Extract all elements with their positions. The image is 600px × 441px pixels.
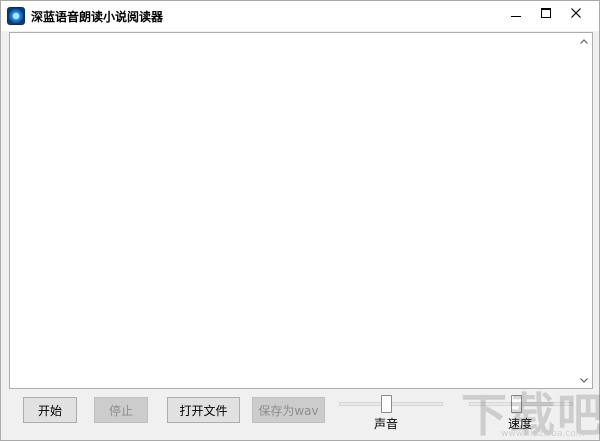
minimize-icon <box>511 16 521 17</box>
control-bar: 开始 停止 打开文件 保存为wav 声音 速度 <box>9 391 593 435</box>
close-icon <box>571 8 581 18</box>
scroll-down-button[interactable] <box>576 372 592 388</box>
speed-slider-thumb[interactable] <box>511 395 522 413</box>
stop-button[interactable]: 停止 <box>94 397 148 423</box>
title-bar[interactable]: 深蓝语音朗读小说阅读器 <box>1 1 599 31</box>
open-file-button[interactable]: 打开文件 <box>167 397 240 423</box>
maximize-button[interactable] <box>531 1 561 25</box>
start-button[interactable]: 开始 <box>23 397 77 423</box>
save-wav-button[interactable]: 保存为wav <box>252 397 325 423</box>
speed-label: 速度 <box>508 417 533 431</box>
text-content-area[interactable] <box>9 32 593 389</box>
app-speaker-icon <box>7 7 25 25</box>
maximize-icon <box>541 8 551 18</box>
volume-slider-thumb[interactable] <box>381 395 392 413</box>
speed-slider[interactable] <box>469 395 573 413</box>
vertical-scrollbar[interactable] <box>576 33 592 388</box>
minimize-button[interactable] <box>501 1 531 25</box>
volume-slider[interactable] <box>339 395 443 413</box>
volume-label: 声音 <box>374 417 399 431</box>
close-button[interactable] <box>561 1 591 25</box>
scroll-up-button[interactable] <box>576 33 592 49</box>
chevron-up-icon <box>580 38 588 44</box>
app-window: 深蓝语音朗读小说阅读器 开始 停止 打开文件 保存为wav 声音 速度 下载吧 … <box>0 0 600 441</box>
window-title: 深蓝语音朗读小说阅读器 <box>31 10 164 24</box>
chevron-down-icon <box>580 377 588 383</box>
